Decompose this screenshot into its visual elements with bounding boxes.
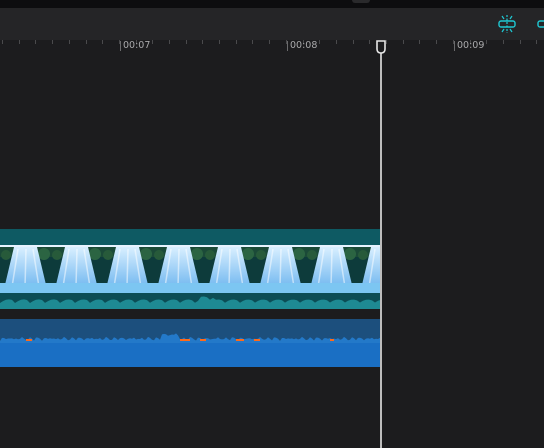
ruler-minor-tick <box>419 40 420 44</box>
ruler-minor-tick <box>403 40 404 44</box>
ruler-minor-tick <box>219 40 220 44</box>
ruler-minor-tick <box>353 40 354 44</box>
ruler-minor-tick <box>69 40 70 44</box>
ruler-minor-tick <box>486 40 487 44</box>
split-icon <box>537 20 544 28</box>
video-thumbnails <box>0 245 381 293</box>
video-clip[interactable] <box>0 229 381 309</box>
ruler-minor-tick <box>436 40 437 44</box>
ruler-minor-tick <box>202 40 203 44</box>
link-clips-icon <box>498 15 516 33</box>
playhead-handle[interactable] <box>375 40 387 54</box>
ruler-label-0007: 00:07 <box>123 40 151 51</box>
audio-peak-marker <box>26 339 32 341</box>
ruler-minor-tick <box>86 40 87 44</box>
ruler-minor-tick <box>19 40 20 44</box>
ruler-minor-tick <box>186 40 187 44</box>
ruler-minor-tick <box>35 40 36 44</box>
video-audio-waveform <box>0 293 381 309</box>
ruler-major-tick <box>120 41 121 51</box>
ruler-minor-tick <box>252 40 253 44</box>
ruler-major-tick <box>287 41 288 51</box>
audio-peak-marker <box>200 339 206 341</box>
ruler-minor-tick <box>369 40 370 44</box>
link-clips-button[interactable] <box>497 14 517 34</box>
ruler-minor-tick <box>336 40 337 44</box>
time-ruler[interactable]: 00:07 00:08 00:09 <box>0 40 544 52</box>
video-clip-header <box>0 229 381 245</box>
ruler-minor-tick <box>52 40 53 44</box>
audio-peak-marker <box>254 339 260 341</box>
ruler-label-0008: 00:08 <box>290 40 318 51</box>
audio-peak-marker <box>236 339 244 341</box>
ruler-minor-tick <box>169 40 170 44</box>
audio-waveform <box>0 333 381 343</box>
ruler-minor-tick <box>102 40 103 44</box>
timeline-toolbar <box>0 8 544 41</box>
split-button[interactable] <box>536 14 544 34</box>
ruler-label-0009: 00:09 <box>457 40 485 51</box>
playhead-line[interactable] <box>380 50 382 448</box>
audio-peak-marker <box>330 339 334 341</box>
ruler-minor-tick <box>152 40 153 44</box>
ruler-minor-tick <box>269 40 270 44</box>
ruler-major-tick <box>454 41 455 51</box>
top-notch <box>352 0 370 3</box>
audio-peak-marker <box>180 339 190 341</box>
ruler-minor-tick <box>319 40 320 44</box>
ruler-minor-tick <box>503 40 504 44</box>
window-top-strip <box>0 0 544 8</box>
ruler-minor-tick <box>2 40 3 44</box>
audio-clip[interactable] <box>0 319 381 367</box>
ruler-minor-tick <box>536 40 537 44</box>
ruler-minor-tick <box>236 40 237 44</box>
ruler-minor-tick <box>520 40 521 44</box>
timeline-tracks <box>0 52 544 448</box>
